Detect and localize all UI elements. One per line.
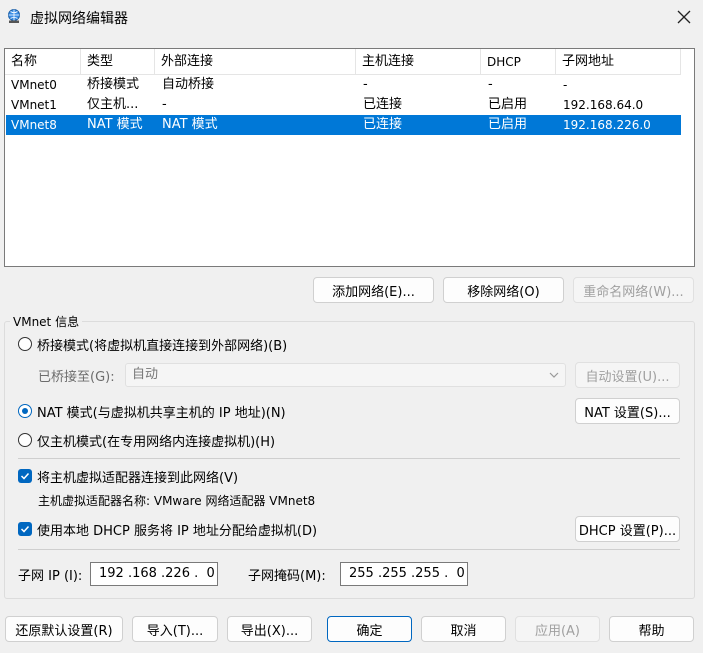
cell-subnet: 192.168.64.0 bbox=[563, 98, 644, 112]
nat-settings-button[interactable]: NAT 设置(S)... bbox=[575, 398, 680, 424]
column-header-external[interactable]: 外部连接 bbox=[155, 49, 356, 75]
table-row[interactable]: VMnet0 桥接模式 自动桥接 - - - bbox=[6, 75, 681, 95]
auto-settings-button[interactable]: 自动设置(U)... bbox=[575, 362, 680, 388]
group-title: VMnet 信息 bbox=[10, 313, 83, 330]
cell-external: 自动桥接 bbox=[162, 77, 215, 92]
nat-mode-radio[interactable] bbox=[18, 404, 32, 418]
cell-host: 已连接 bbox=[363, 117, 403, 132]
cell-subnet: - bbox=[563, 78, 568, 92]
checkmark-icon bbox=[20, 472, 30, 480]
nat-mode-label[interactable]: NAT 模式(与虚拟机共享主机的 IP 地址)(N) bbox=[37, 402, 286, 421]
cell-host: 已连接 bbox=[363, 97, 403, 112]
bridged-to-select[interactable]: 自动 bbox=[125, 363, 566, 387]
cancel-button[interactable]: 取消 bbox=[421, 616, 506, 642]
column-header-host[interactable]: 主机连接 bbox=[356, 49, 481, 75]
bridge-mode-label[interactable]: 桥接模式(将虚拟机直接连接到外部网络)(B) bbox=[37, 335, 287, 354]
column-header-type[interactable]: 类型 bbox=[81, 49, 155, 75]
bridged-to-label: 已桥接至(G): bbox=[38, 370, 115, 385]
table-row-selected[interactable]: VMnet8 NAT 模式 NAT 模式 已连接 已启用 192.168.226… bbox=[6, 115, 681, 135]
cell-dhcp: 已启用 bbox=[488, 97, 528, 112]
cell-external: NAT 模式 bbox=[162, 117, 218, 132]
separator bbox=[18, 458, 680, 459]
subnet-mask-label: 子网掩码(M): bbox=[248, 569, 326, 584]
help-button[interactable]: 帮助 bbox=[609, 616, 694, 642]
cell-subnet: 192.168.226.0 bbox=[563, 118, 651, 132]
close-button[interactable] bbox=[668, 3, 700, 31]
export-button[interactable]: 导出(X)... bbox=[227, 616, 312, 642]
column-header-subnet[interactable]: 子网地址 bbox=[556, 49, 681, 75]
table-header: 名称 类型 外部连接 主机连接 DHCP 子网地址 bbox=[5, 49, 681, 75]
separator bbox=[18, 549, 680, 550]
use-dhcp-label[interactable]: 使用本地 DHCP 服务将 IP 地址分配给虚拟机(D) bbox=[37, 520, 317, 539]
window-title: 虚拟网络编辑器 bbox=[30, 11, 128, 27]
add-network-button[interactable]: 添加网络(E)... bbox=[313, 277, 434, 303]
close-icon bbox=[677, 10, 691, 24]
cell-host: - bbox=[363, 77, 368, 92]
column-header-name[interactable]: 名称 bbox=[5, 49, 81, 75]
network-table[interactable]: 名称 类型 外部连接 主机连接 DHCP 子网地址 VMnet0 桥接模式 自动… bbox=[4, 48, 695, 267]
bridged-to-value: 自动 bbox=[132, 367, 159, 382]
cell-external: - bbox=[162, 97, 167, 112]
ok-button[interactable]: 确定 bbox=[327, 616, 412, 642]
connect-adapter-label[interactable]: 将主机虚拟适配器连接到此网络(V) bbox=[37, 467, 238, 486]
bridge-mode-radio[interactable] bbox=[18, 337, 32, 351]
cell-name: VMnet1 bbox=[11, 98, 57, 112]
chevron-down-icon bbox=[549, 372, 559, 378]
column-header-dhcp[interactable]: DHCP bbox=[481, 49, 556, 75]
host-only-radio[interactable] bbox=[18, 433, 32, 447]
table-row[interactable]: VMnet1 仅主机... - 已连接 已启用 192.168.64.0 bbox=[6, 95, 681, 115]
cell-dhcp: 已启用 bbox=[488, 117, 528, 132]
import-button[interactable]: 导入(T)... bbox=[132, 616, 218, 642]
subnet-mask-field[interactable]: 255 .255 .255 . 0 bbox=[340, 562, 468, 586]
subnet-ip-field[interactable]: 192 .168 .226 . 0 bbox=[90, 562, 218, 586]
dhcp-settings-button[interactable]: DHCP 设置(P)... bbox=[575, 516, 680, 542]
cell-name: VMnet0 bbox=[11, 78, 57, 92]
checkmark-icon bbox=[20, 525, 30, 533]
adapter-name-text: 主机虚拟适配器名称: VMware 网络适配器 VMnet8 bbox=[38, 494, 316, 508]
restore-defaults-button[interactable]: 还原默认设置(R) bbox=[5, 616, 123, 642]
cell-type: NAT 模式 bbox=[87, 117, 143, 132]
subnet-ip-label: 子网 IP (I): bbox=[18, 569, 83, 584]
cell-type: 桥接模式 bbox=[87, 77, 140, 92]
host-only-label[interactable]: 仅主机模式(在专用网络内连接虚拟机)(H) bbox=[37, 431, 275, 450]
cell-dhcp: - bbox=[488, 77, 493, 92]
remove-network-button[interactable]: 移除网络(O) bbox=[443, 277, 564, 303]
network-globe-icon bbox=[8, 9, 20, 23]
rename-network-button[interactable]: 重命名网络(W)... bbox=[573, 277, 694, 303]
cell-type: 仅主机... bbox=[87, 97, 139, 112]
connect-adapter-checkbox[interactable] bbox=[18, 469, 32, 483]
use-dhcp-checkbox[interactable] bbox=[18, 522, 32, 536]
apply-button[interactable]: 应用(A) bbox=[515, 616, 600, 642]
cell-name: VMnet8 bbox=[11, 118, 57, 132]
